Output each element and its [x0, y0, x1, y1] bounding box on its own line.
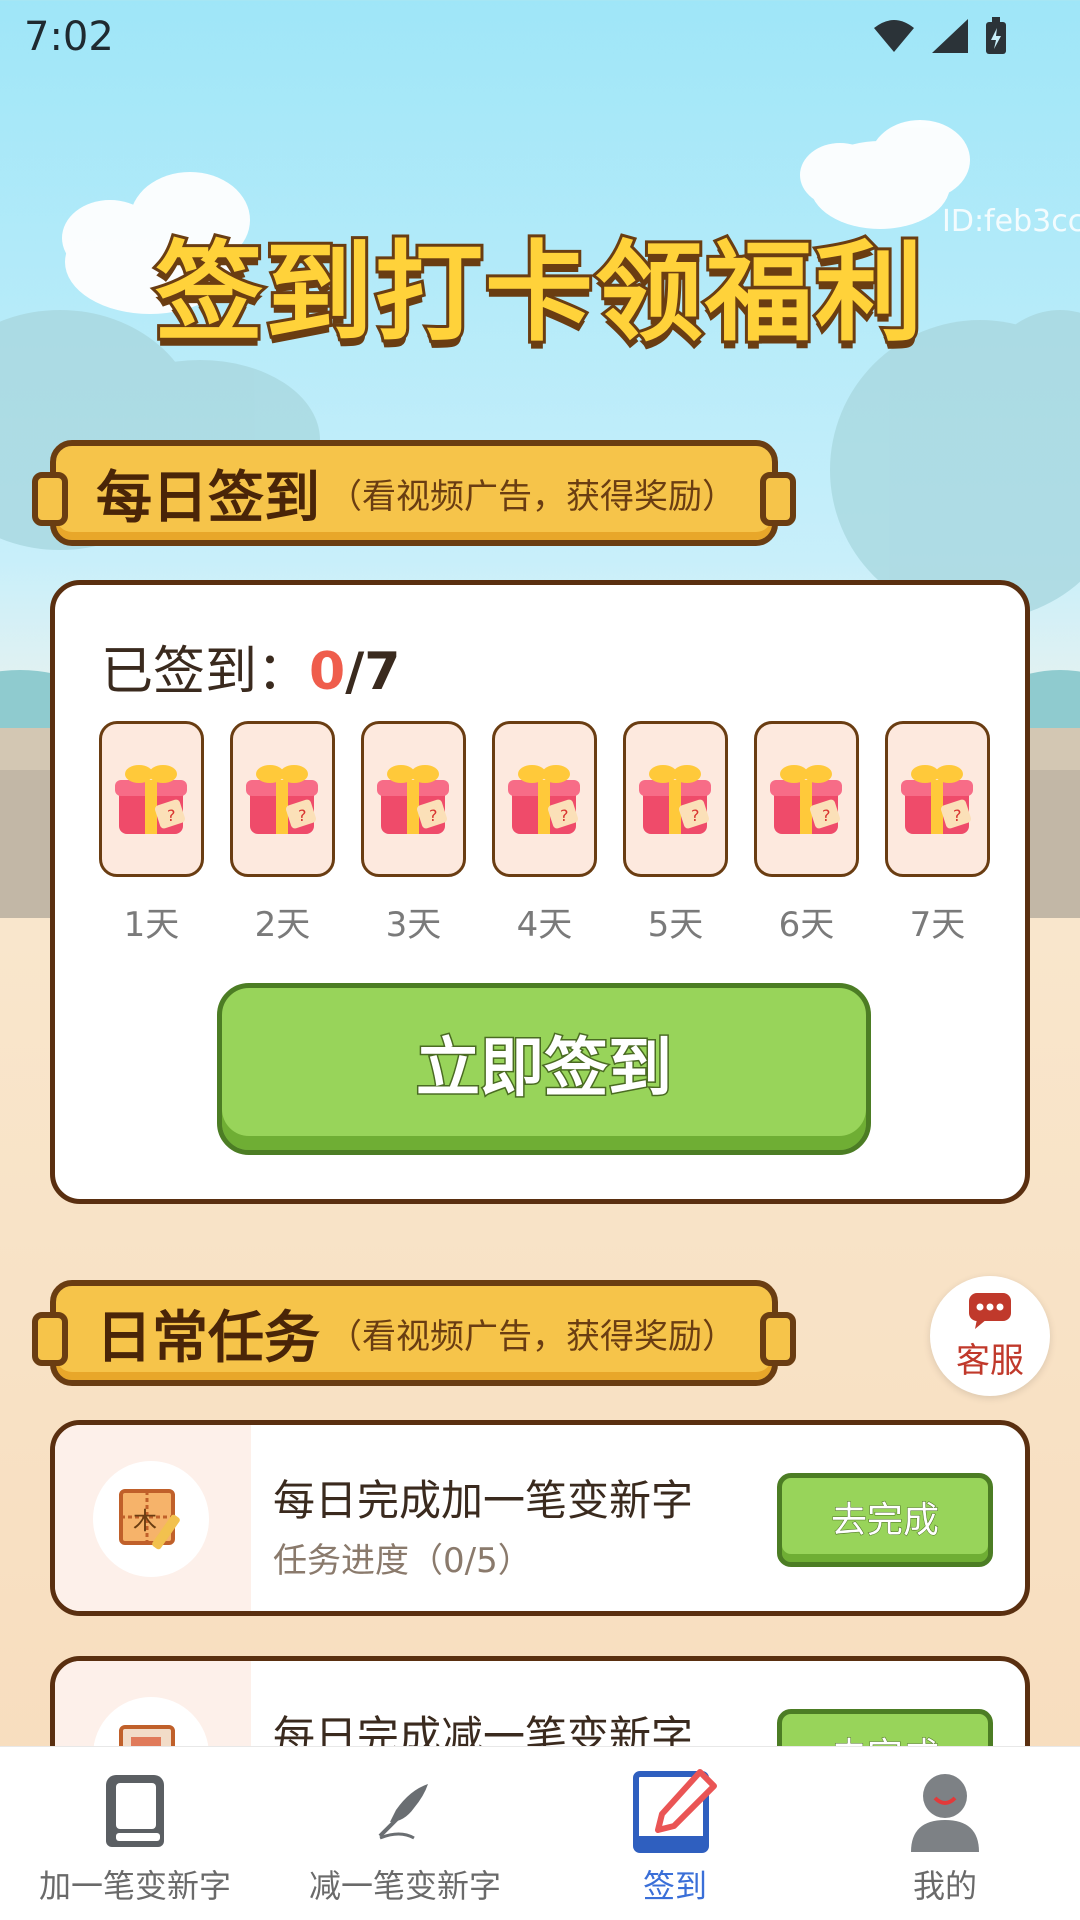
gift-day-label: 7天 [909, 905, 966, 945]
customer-service-button[interactable]: 客服 [930, 1276, 1050, 1396]
gift-box-icon: ? [754, 721, 859, 877]
nav-item-remove-stroke[interactable]: 减一笔变新字 [270, 1747, 540, 1920]
daily-tasks-subtitle: （看视频广告，获得奖励） [328, 1316, 736, 1357]
gift-day-7[interactable]: ? 7天 [885, 721, 990, 946]
gift-day-1[interactable]: ? 1天 [99, 721, 204, 946]
feather-icon [355, 1761, 455, 1861]
signed-status: 已签到：0/7 [101, 642, 401, 702]
svg-text:木: 木 [133, 1507, 157, 1535]
gift-box-icon: ? [99, 721, 204, 877]
nav-item-mine[interactable]: 我的 [810, 1747, 1080, 1920]
gift-day-label: 2天 [254, 905, 311, 945]
chat-bubble-icon [969, 1292, 1011, 1329]
status-bar: 7:02 [0, 0, 1080, 74]
svg-text:?: ? [953, 806, 962, 825]
task-progress: 任务进度（0/5） [273, 1541, 532, 1581]
signed-count: 0/7 [309, 642, 401, 702]
svg-text:?: ? [691, 806, 700, 825]
gift-day-6[interactable]: ? 6天 [754, 721, 859, 946]
daily-tasks-title: 日常任务 [96, 1305, 320, 1371]
nav-label: 减一笔变新字 [308, 1867, 501, 1905]
gift-day-4[interactable]: ? 4天 [492, 721, 597, 946]
svg-text:?: ? [560, 806, 569, 825]
daily-checkin-title: 每日签到 [96, 465, 320, 531]
writing-grid-icon: 木 [93, 1461, 209, 1577]
gift-box-icon: ? [230, 721, 335, 877]
svg-text:?: ? [167, 806, 176, 825]
gift-box-icon: ? [492, 721, 597, 877]
nav-label: 加一笔变新字 [38, 1867, 231, 1905]
customer-service-label: 客服 [956, 1340, 1024, 1381]
gift-row: ? 1天 ? 2天 ? 3天 ? 4天 ? 5天 ? 6天 ? 7天 [99, 721, 990, 946]
book-icon [85, 1761, 185, 1861]
bottom-nav: 加一笔变新字 减一笔变新字 签到 我的 [0, 1746, 1080, 1920]
user-icon [895, 1761, 995, 1861]
nav-label: 签到 [642, 1867, 707, 1905]
task-row: 木 每日完成加一笔变新字 任务进度（0/5） 去完成 [50, 1420, 1030, 1616]
gift-day-5[interactable]: ? 5天 [623, 721, 728, 946]
gift-day-2[interactable]: ? 2天 [230, 721, 335, 946]
checkin-card: 已签到：0/7 ? 1天 ? 2天 ? 3天 ? 4天 ? 5天 ? 6天 ? … [50, 580, 1030, 1204]
nav-label: 我的 [912, 1867, 977, 1905]
svg-text:?: ? [429, 806, 438, 825]
gift-day-label: 1天 [123, 905, 180, 945]
signin-now-button[interactable]: 立即签到 [217, 983, 871, 1155]
checkin-pencil-icon [625, 1761, 725, 1861]
daily-checkin-banner: 每日签到 （看视频广告，获得奖励） [32, 440, 796, 546]
task-title: 每日完成加一笔变新字 [273, 1476, 694, 1525]
nav-item-add-stroke[interactable]: 加一笔变新字 [0, 1747, 270, 1920]
signal-icon [932, 19, 968, 53]
daily-checkin-subtitle: （看视频广告，获得奖励） [328, 476, 736, 517]
status-time: 7:02 [24, 14, 114, 60]
gift-day-label: 4天 [516, 905, 573, 945]
battery-icon [986, 17, 1006, 54]
gift-box-icon: ? [623, 721, 728, 877]
gift-day-3[interactable]: ? 3天 [361, 721, 466, 946]
wifi-icon [874, 20, 914, 52]
gift-day-label: 6天 [778, 905, 835, 945]
gift-box-icon: ? [885, 721, 990, 877]
go-complete-button[interactable]: 去完成 [777, 1473, 993, 1567]
gift-day-label: 3天 [385, 905, 442, 945]
daily-tasks-banner: 日常任务 （看视频广告，获得奖励） [32, 1280, 796, 1386]
svg-text:?: ? [298, 806, 307, 825]
gift-day-label: 5天 [647, 905, 704, 945]
svg-text:?: ? [822, 806, 831, 825]
gift-box-icon: ? [361, 721, 466, 877]
nav-item-checkin[interactable]: 签到 [540, 1747, 810, 1920]
hero-title: 签到打卡领福利 [152, 228, 926, 359]
